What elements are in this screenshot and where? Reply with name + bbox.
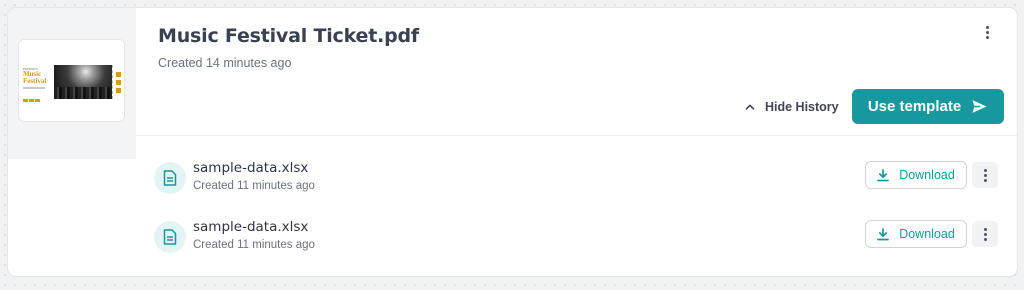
file-name: sample-data.xlsx (193, 160, 309, 176)
download-button[interactable]: Download (865, 161, 967, 189)
more-vertical-icon (985, 25, 989, 39)
chevron-up-icon (745, 104, 755, 110)
download-button[interactable]: Download (865, 220, 967, 248)
ticket-preview: PRESENTS Music Festival (20, 65, 124, 102)
template-created-time: Created 14 minutes ago (158, 56, 292, 70)
file-text-icon (154, 221, 186, 253)
ticket-stub (112, 65, 124, 99)
row-more-button[interactable] (972, 162, 998, 188)
download-icon (877, 168, 890, 181)
concert-photo (54, 65, 112, 99)
file-name: sample-data.xlsx (193, 219, 309, 235)
template-thumbnail[interactable]: PRESENTS Music Festival (18, 39, 125, 122)
section-divider (136, 135, 1017, 136)
template-more-button[interactable] (975, 20, 999, 44)
template-title: Music Festival Ticket.pdf (158, 25, 419, 47)
hide-history-button[interactable]: Hide History (745, 97, 839, 117)
file-created-time: Created 11 minutes ago (193, 180, 315, 192)
template-card: PRESENTS Music Festival Music Festival T… (8, 8, 1017, 276)
file-text-icon (154, 162, 186, 194)
download-label: Download (899, 227, 955, 241)
more-vertical-icon (983, 227, 987, 241)
use-template-button[interactable]: Use template (852, 89, 1004, 124)
row-more-button[interactable] (972, 221, 998, 247)
thumbnail-column: PRESENTS Music Festival (8, 8, 136, 159)
send-icon (972, 100, 987, 113)
more-vertical-icon (983, 168, 987, 182)
history-row: sample-data.xlsx Created 11 minutes ago … (154, 158, 999, 198)
download-icon (877, 227, 890, 240)
file-created-time: Created 11 minutes ago (193, 239, 315, 251)
use-template-label: Use template (867, 98, 962, 115)
thumbnail-title-line2: Festival (23, 77, 47, 85)
history-row: sample-data.xlsx Created 11 minutes ago … (154, 217, 999, 257)
hide-history-label: Hide History (765, 100, 839, 114)
download-label: Download (899, 168, 955, 182)
